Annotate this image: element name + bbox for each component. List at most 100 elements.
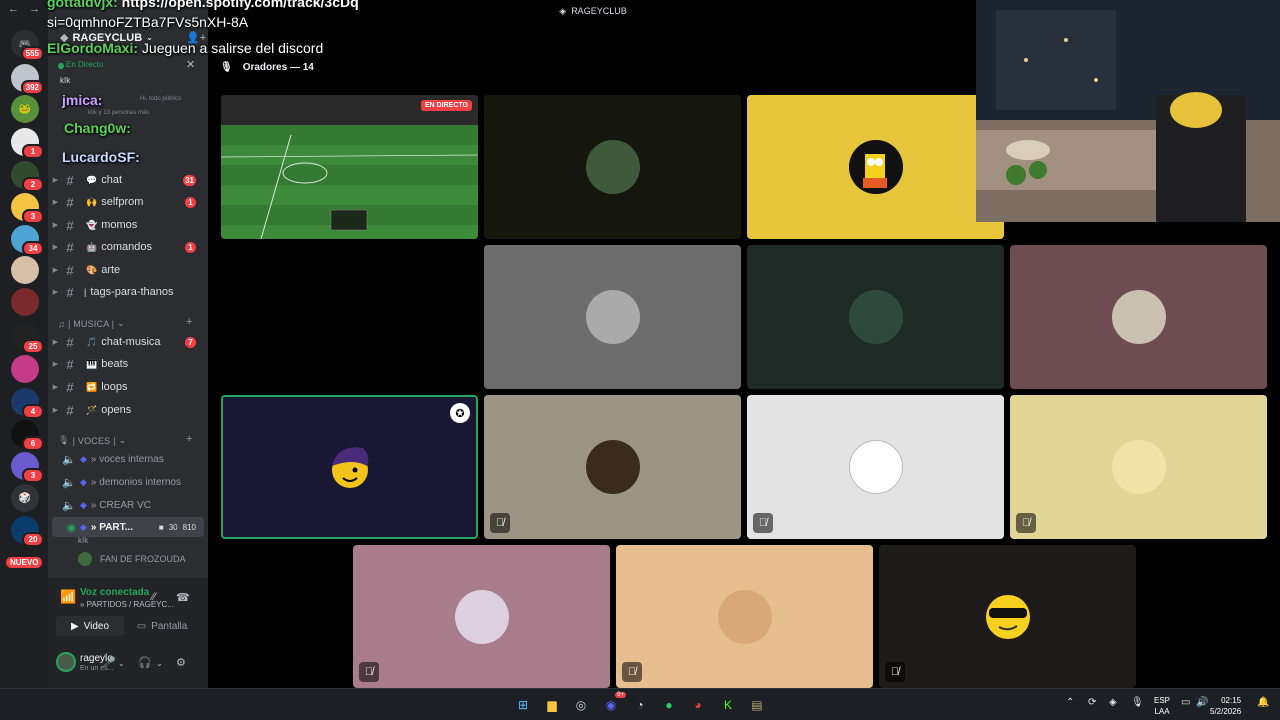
participant-tile-11[interactable]: 🎙̸ — [353, 545, 610, 688]
new-badge[interactable]: NUEVO — [6, 557, 43, 568]
server-icon-2[interactable]: 🐸 — [11, 95, 39, 123]
server-icon-9[interactable]: 25 — [11, 323, 44, 354]
chevron-down-icon[interactable]: ⌄ — [156, 659, 163, 668]
discord-taskbar-icon[interactable]: ◉ 9+ — [601, 692, 626, 715]
server-icon-1[interactable]: 392 — [11, 64, 44, 95]
gear-icon[interactable]: ⚙ — [176, 656, 186, 669]
shield-icon[interactable]: ◈ — [1109, 697, 1117, 708]
hash-icon: # — [66, 379, 74, 395]
close-icon[interactable]: ✕ — [186, 58, 195, 71]
obs-icon[interactable]: ◔ — [630, 695, 650, 715]
voice-stats: ■ 30 810 — [158, 522, 196, 532]
channel-chat-musica[interactable]: ▶ # 🎵 chat-musica 7 — [48, 332, 208, 352]
app-icon[interactable]: ▤ — [747, 695, 767, 715]
category-voces[interactable]: 🎙 | VOCES | ⌄ — [58, 435, 126, 446]
disconnect-icon[interactable]: ☎ — [176, 591, 190, 604]
avatar — [1111, 290, 1166, 344]
file-explorer-icon[interactable]: ▆ — [542, 695, 562, 715]
server-icon-8[interactable] — [11, 288, 39, 316]
server-icon-10[interactable] — [11, 355, 39, 383]
chrome-icon[interactable]: ◕ — [688, 695, 708, 715]
live-event-bar[interactable]: En Directo ✕ kIk kIik y 13 personas más … — [48, 56, 208, 116]
server-icon-11[interactable]: 4 — [11, 388, 44, 419]
sync-icon[interactable]: ⟳ — [1088, 697, 1096, 708]
server-icon-3[interactable]: 1 — [11, 128, 44, 159]
voice-channel-crear-vc[interactable]: 🔈 ◆ » CREAR VC — [48, 495, 208, 515]
channel-name: chat — [101, 174, 123, 186]
participant-tile-10[interactable]: 🎙̸ — [1010, 395, 1267, 539]
nav-arrows[interactable]: ←→ — [8, 3, 50, 15]
participant-tile-4[interactable] — [484, 245, 741, 389]
participant-tile-7-selected[interactable]: ✪ — [221, 395, 478, 539]
screen-share-button[interactable]: ▭ Pantalla — [128, 616, 196, 636]
voice-path[interactable]: » PARTIDOS / RAGEYC... — [80, 600, 174, 609]
participant-tile-12[interactable]: 🎙̸ — [616, 545, 873, 688]
category-musica[interactable]: ♫ | MUSICA | ⌄ — [58, 318, 125, 329]
channel-comandos[interactable]: ▶ # 🤖 comandos 1 — [48, 237, 208, 257]
participant-tile-13[interactable]: 🎙̸ — [879, 545, 1136, 688]
video-button[interactable]: ▶ Video — [56, 616, 124, 636]
overlay-chat-line-2: si=0qmhnoFZTBa7FVs5nXH-8A — [47, 14, 249, 30]
hash-icon: # — [66, 284, 74, 300]
volume-icon[interactable]: 🔊 — [1196, 697, 1208, 708]
microphone-tray-icon[interactable]: 🎙 — [1131, 697, 1144, 708]
server-icon-6[interactable]: 34 — [11, 225, 44, 256]
noise-suppression-icon[interactable]: ⁄⁄ — [152, 591, 156, 603]
channel-name: loops — [101, 381, 128, 393]
hash-icon: # — [66, 194, 74, 210]
server-icon-5[interactable]: 3 — [11, 193, 44, 224]
participant-tile-9[interactable]: 🎙̸ — [747, 395, 1004, 539]
language-indicator[interactable]: ESP LAA — [1154, 695, 1170, 717]
clock[interactable]: 02:15 5/2/2026 — [1210, 695, 1241, 717]
camera-off-icon: ▶ — [70, 620, 79, 632]
windows-start-icon[interactable]: ⊞ — [513, 695, 533, 715]
stream-tile-football[interactable]: EN DIRECTO — [221, 95, 478, 239]
add-channel-plus-icon[interactable]: + — [186, 316, 192, 328]
add-channel-plus-icon[interactable]: + — [186, 433, 192, 445]
channel-opens[interactable]: ▶ # 🪄 opens — [48, 400, 208, 420]
channel-loops[interactable]: ▶ # 🔁 loops — [48, 377, 208, 397]
notification-icon[interactable]: 🔔 — [1257, 697, 1269, 708]
channel-arte[interactable]: ▶ # 🎨 arte — [48, 260, 208, 280]
channel-emoji: 🎨 — [86, 264, 98, 275]
server-icon-13[interactable]: 3 — [11, 452, 44, 483]
network-icon[interactable]: ▭ — [1181, 697, 1190, 708]
server-icon-7[interactable] — [11, 256, 39, 284]
chevron-down-icon[interactable]: ⌄ — [118, 659, 125, 668]
overlay-chat-line-3: ElGordoMaxi: Jueguen a salirse del disco… — [47, 40, 324, 56]
participant-tile-2[interactable] — [484, 95, 741, 239]
server-icon-4[interactable]: 2 — [11, 161, 44, 192]
dm-home-button[interactable]: 🎮 555 — [11, 30, 44, 61]
participant-tile-6[interactable] — [1010, 245, 1267, 389]
server-rail: ←→ 🎮 555 392 🐸 1 2 3 34 25 4 6 3 🎲 20 NU… — [0, 0, 48, 688]
participant-tile-3[interactable] — [747, 95, 1004, 239]
signal-icon[interactable]: 📶 — [60, 589, 76, 605]
channel-momos[interactable]: ▶ # 👻 momos — [48, 215, 208, 235]
steam-icon[interactable]: ◎ — [571, 695, 591, 715]
overlay-chat-line-1: gottaldvjx: https://open.spotify.com/tra… — [47, 0, 359, 10]
voice-sub-user: kIk — [78, 536, 89, 545]
voice-channel-voces-internas[interactable]: 🔈 ◆ » voces internas — [48, 449, 208, 469]
kick-icon[interactable]: K — [718, 695, 738, 715]
server-icon-15[interactable]: 20 — [11, 516, 44, 547]
voice-member[interactable]: FAN DE FROZOUDA — [78, 552, 186, 566]
spotify-icon[interactable]: ● — [659, 695, 679, 715]
avatar[interactable] — [56, 652, 76, 672]
voice-channel-demonios-internos[interactable]: 🔈 ◆ » demonios internos — [48, 472, 208, 492]
hash-icon: # — [66, 172, 74, 188]
participant-tile-8[interactable]: 🎙̸ — [484, 395, 741, 539]
headphones-icon[interactable]: 🎧 — [138, 656, 152, 669]
channel-tags-para-thanos[interactable]: ▶ # | tags-para-thanos — [48, 282, 208, 302]
participant-tile-5[interactable] — [747, 245, 1004, 389]
muted-mic-icon: 🎙̸ — [885, 662, 905, 682]
voice-channel-partidos-active[interactable]: ◉ ◆ » PART... ■ 30 810 — [52, 517, 204, 537]
channel-chat[interactable]: ▶ # 💬 chat 31 — [48, 170, 208, 190]
channel-beats[interactable]: ▶ # 🎹 beats — [48, 354, 208, 374]
channel-emoji: 🎵 — [86, 336, 98, 347]
channel-selfprom[interactable]: ▶ # 🙌 selfprom 1 — [48, 192, 208, 212]
tray-chevron-up-icon[interactable]: ⌃ — [1066, 697, 1074, 708]
microphone-icon[interactable]: 🎤 — [102, 656, 116, 669]
voice-emoji: ◆ — [80, 453, 87, 464]
server-icon-12[interactable]: 6 — [11, 420, 44, 451]
server-icon-14[interactable]: 🎲 — [11, 484, 39, 512]
